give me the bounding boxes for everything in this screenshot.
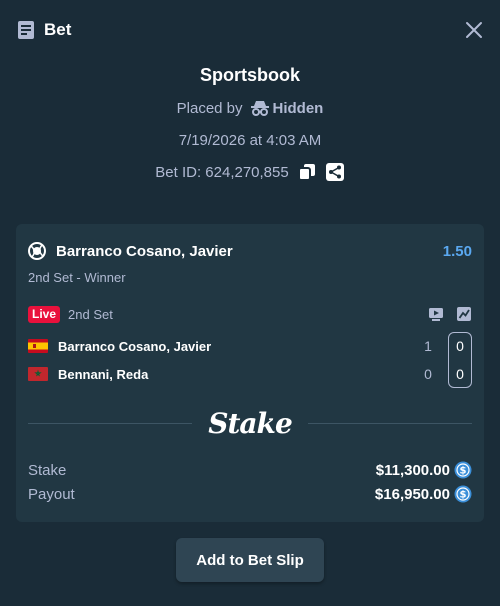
bet-odds: 1.50: [442, 242, 472, 260]
bet-card: Barranco Cosano, Javier 1.50 2nd Set - W…: [16, 224, 484, 522]
player-sets: 0: [424, 366, 432, 382]
player-sets: 1: [424, 338, 432, 354]
close-icon[interactable]: [464, 20, 484, 40]
tennis-ball-icon: [28, 242, 46, 260]
divider-line: [28, 422, 193, 424]
usd-coin-icon: $: [454, 461, 472, 479]
bet-id-row: Bet ID: 624,270,855: [0, 160, 500, 184]
live-stream-icon[interactable]: [428, 306, 444, 322]
svg-text:$: $: [460, 490, 467, 501]
stake-logo: Stake: [208, 406, 293, 440]
payout-row: Payout $16,950.00 $: [28, 483, 472, 505]
modal-title: Bet: [44, 20, 72, 39]
stake-row: Stake $11,300.00 $: [28, 459, 472, 481]
copy-icon[interactable]: [297, 162, 317, 182]
morocco-flag-icon: [28, 367, 48, 381]
usd-coin-icon: $: [454, 485, 472, 503]
placed-by-name: Hidden: [272, 99, 324, 117]
player-name: Barranco Cosano, Javier: [58, 338, 212, 354]
stake-label: Stake: [28, 461, 67, 479]
stats-chart-icon[interactable]: [456, 306, 472, 322]
bet-info: Sportsbook Placed by Hidden 7/19/2026 at…: [0, 62, 500, 184]
stake-value: $11,300.00: [375, 461, 450, 479]
player-row: Bennani, Reda 0 0: [28, 362, 472, 386]
bet-id: Bet ID: 624,270,855: [155, 163, 289, 181]
bet-date: 7/19/2026 at 4:03 AM: [178, 131, 322, 149]
current-games-box: [448, 332, 472, 388]
divider-line: [307, 422, 473, 424]
share-icon[interactable]: [325, 162, 345, 182]
player-row: Barranco Cosano, Javier 1 0: [28, 334, 472, 358]
player-name: Bennani, Reda: [58, 366, 149, 382]
live-badge: Live: [28, 305, 61, 323]
payout-label: Payout: [28, 485, 75, 503]
ticket-icon: [16, 20, 36, 40]
svg-text:$: $: [460, 466, 467, 477]
incognito-icon: [250, 100, 269, 116]
current-set: 2nd Set: [68, 306, 113, 322]
placed-by-row: Placed by Hidden: [0, 96, 500, 120]
spain-flag-icon: [28, 339, 48, 353]
placed-by-label: Placed by: [176, 99, 243, 117]
live-status-row: Live 2nd Set: [28, 304, 472, 324]
match-name: Barranco Cosano, Javier: [56, 242, 233, 260]
bet-modal-header: Bet: [0, 0, 500, 60]
sportsbook-title: Sportsbook: [199, 65, 300, 85]
match-row: Barranco Cosano, Javier 1.50: [28, 240, 472, 262]
bet-market: 2nd Set - Winner: [28, 270, 126, 285]
payout-value: $16,950.00: [374, 485, 450, 503]
brand-divider: Stake: [28, 406, 473, 440]
add-to-bet-slip-button[interactable]: Add to Bet Slip: [176, 538, 324, 582]
